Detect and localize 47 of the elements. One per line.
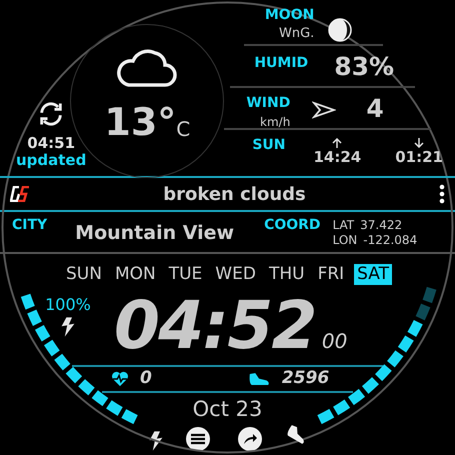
more-options-icon[interactable] — [439, 184, 445, 204]
clock-seconds: 00 — [322, 331, 348, 355]
wind-label: WIND — [246, 96, 290, 110]
humidity-label: HUMID — [254, 56, 308, 73]
longitude-label: LON — [332, 233, 358, 248]
heart-rate-icon — [110, 371, 130, 387]
steps-icon — [248, 372, 270, 386]
steps-count: 2596 — [282, 367, 330, 390]
wind-direction-icon — [312, 101, 336, 119]
battery-percent: 100% — [45, 297, 91, 313]
latitude-value: 37.422 — [360, 218, 402, 233]
moon-icon — [328, 18, 352, 42]
latitude-label: LAT — [332, 218, 354, 233]
city-name: Mountain View — [75, 224, 234, 246]
wind-speed: 4 — [366, 96, 384, 125]
coord-label: COORD — [264, 218, 321, 235]
humidity-value: 83% — [334, 54, 394, 83]
date: Oct 23 — [192, 399, 262, 420]
menu-icon[interactable] — [186, 427, 210, 451]
clock-time: 04:52 — [114, 293, 316, 365]
weekday: SUN — [65, 264, 103, 284]
temperature: 13° — [104, 103, 176, 141]
moon-phase: WnG. — [279, 25, 314, 43]
share-icon[interactable] — [238, 427, 262, 451]
temperature-unit: C — [176, 119, 190, 139]
weekday: FRI — [316, 264, 346, 284]
updated-time: 04:51 — [27, 136, 76, 152]
weekday: MON — [114, 264, 157, 284]
weather-condition: broken clouds — [162, 182, 307, 206]
weekday: THU — [268, 264, 306, 284]
heart-rate-value: 0 — [140, 367, 152, 390]
steps-gauge-track — [416, 286, 436, 320]
down-arrow-icon — [414, 138, 424, 148]
moon-label: MOON — [264, 8, 314, 22]
weekday: SAT — [354, 264, 392, 284]
weekday: WED — [214, 264, 257, 284]
wind-unit: km/h — [260, 114, 290, 131]
longitude-value: -122.084 — [363, 233, 418, 248]
sunrise-time: 14:24 — [314, 148, 362, 167]
sun-label: SUN — [252, 138, 286, 155]
updated-label: updated — [16, 151, 86, 170]
city-label: CITY — [12, 218, 48, 235]
battery-bolt-icon — [60, 317, 76, 337]
weekday: TUE — [168, 264, 204, 284]
up-arrow-icon — [332, 138, 342, 148]
sunset-time: 01:21 — [395, 148, 443, 167]
logo-icon — [10, 186, 30, 202]
